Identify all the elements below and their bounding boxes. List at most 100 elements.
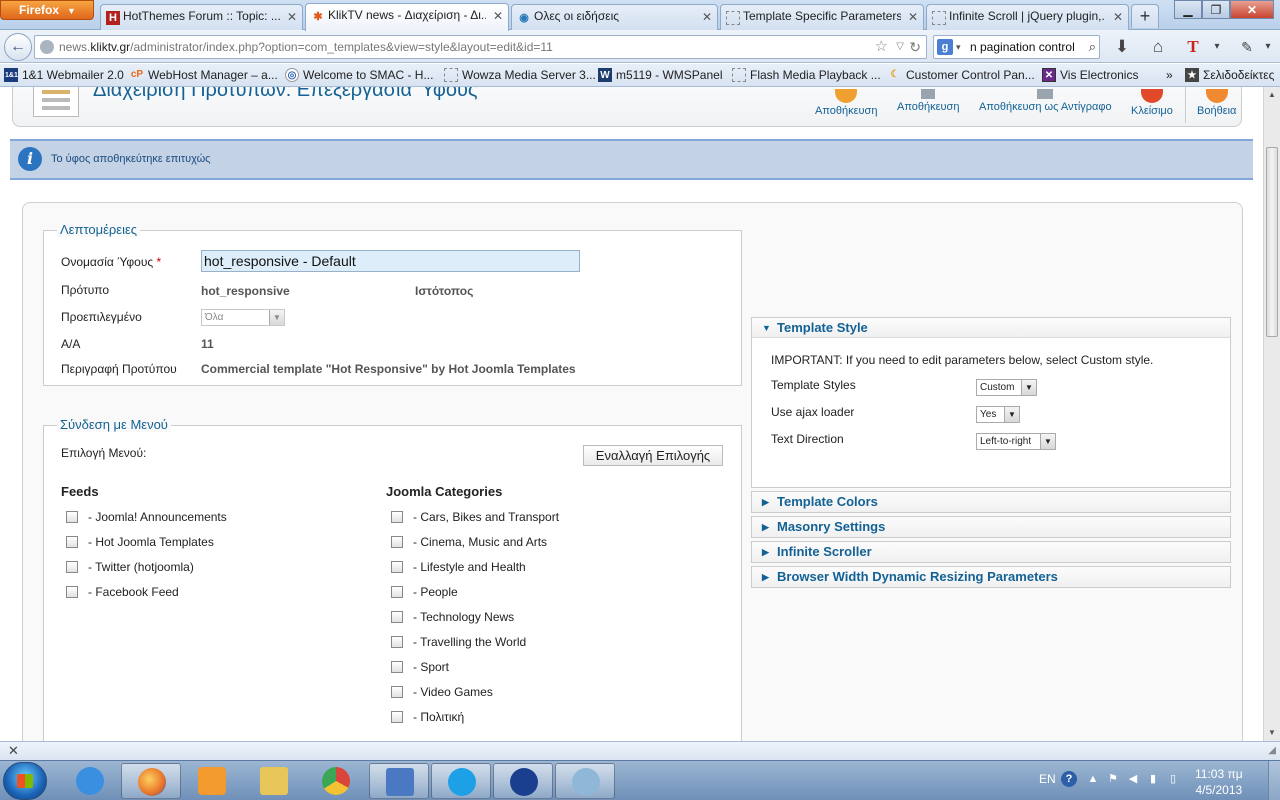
search-bar[interactable]: g ▾ n pagination control ⌕ (933, 35, 1100, 59)
network-icon[interactable]: ▮ (1147, 773, 1159, 785)
addon-t-icon[interactable]: T (1182, 36, 1204, 58)
back-button[interactable]: ← (4, 33, 32, 61)
tab-hotthemes-forum[interactable]: H HotThemes Forum :: Topic: ... ✕ (100, 4, 303, 30)
taskbar-app-slash[interactable] (493, 763, 553, 799)
reload-icon[interactable]: ↻ (909, 36, 921, 58)
menu-item-checkbox[interactable]: - Cars, Bikes and Transport (391, 510, 559, 524)
vertical-scrollbar[interactable]: ▲ ▼ (1263, 87, 1280, 741)
close-button[interactable]: Κλείσιμο (1131, 89, 1173, 117)
taskbar-chrome[interactable] (306, 763, 366, 799)
menu-item-checkbox[interactable]: - Travelling the World (391, 635, 526, 649)
checkbox[interactable] (66, 536, 78, 548)
menu-item-checkbox[interactable]: - Sport (391, 660, 449, 674)
tab-oles-eidiseis[interactable]: ◉ Ολες οι ειδήσεις ✕ (511, 4, 718, 30)
bookmarks-menu-button[interactable]: ★ Σελιδοδείκτες (1185, 67, 1274, 83)
checkbox[interactable] (66, 511, 78, 523)
help-tray-icon[interactable]: ? (1061, 771, 1077, 787)
save-button[interactable]: Αποθήκευση (815, 89, 877, 117)
search-icon[interactable]: ⌕ (1089, 36, 1096, 58)
menu-item-checkbox[interactable]: - Video Games (391, 685, 493, 699)
text-direction-select[interactable]: Left-to-right ▼ (976, 433, 1056, 450)
checkbox[interactable] (391, 611, 403, 623)
template-styles-select[interactable]: Custom ▼ (976, 379, 1037, 396)
clock[interactable]: 11:03 πμ 4/5/2013 (1195, 766, 1243, 798)
google-engine-icon[interactable]: g (937, 39, 953, 55)
addon-dropdown-icon[interactable]: ▾ (1206, 36, 1228, 58)
show-hidden-icons[interactable]: ▲ (1087, 773, 1099, 785)
scroll-up-icon[interactable]: ▲ (1264, 87, 1280, 103)
close-tab-icon[interactable]: ✕ (1113, 10, 1123, 24)
tab-kliktv-admin[interactable]: ✱ KlikTV news - Διαχείριση - Δι... ✕ (305, 3, 509, 31)
menu-item-checkbox[interactable]: - Lifestyle and Health (391, 560, 526, 574)
taskbar-media-player[interactable] (182, 763, 242, 799)
tools-icon[interactable]: ✎ (1236, 36, 1258, 58)
checkbox[interactable] (391, 711, 403, 723)
home-icon[interactable]: ⌂ (1147, 36, 1169, 58)
url-bar[interactable]: news.kliktv.gr/administrator/index.php?o… (34, 35, 927, 59)
minimize-button[interactable]: ▁ (1174, 0, 1202, 19)
template-colors-toggle[interactable]: ▶ Template Colors (752, 492, 1230, 512)
start-button[interactable] (3, 762, 47, 800)
bookmark-webhost[interactable]: cP WebHost Manager – a... (130, 67, 278, 83)
close-tab-icon[interactable]: ✕ (702, 10, 712, 24)
bookmark-wowza[interactable]: Wowza Media Server 3... (444, 67, 596, 83)
menu-item-checkbox[interactable]: - Hot Joomla Templates (66, 535, 214, 549)
checkbox[interactable] (391, 586, 403, 598)
ajax-loader-select[interactable]: Yes ▼ (976, 406, 1020, 423)
close-tab-icon[interactable]: ✕ (493, 9, 503, 23)
close-tab-icon[interactable]: ✕ (287, 10, 297, 24)
menu-item-checkbox[interactable]: - Twitter (hotjoomla) (66, 560, 194, 574)
menu-item-checkbox[interactable]: - Technology News (391, 610, 514, 624)
maximize-button[interactable]: ❐ (1202, 0, 1230, 19)
bookmark-star-icon[interactable]: ☆ (875, 36, 888, 58)
menu-item-checkbox[interactable]: - Πολιτική (391, 710, 464, 724)
infinite-scroller-toggle[interactable]: ▶ Infinite Scroller (752, 542, 1230, 562)
style-name-input[interactable] (201, 250, 580, 272)
language-indicator[interactable]: EN (1039, 772, 1056, 786)
taskbar-remote-desktop[interactable] (369, 763, 429, 799)
checkbox[interactable] (66, 561, 78, 573)
battery-icon[interactable]: ▯ (1167, 773, 1179, 785)
taskbar-file-explorer[interactable] (244, 763, 304, 799)
taskbar-paint[interactable] (555, 763, 615, 799)
engine-dropdown-icon[interactable]: ▾ (956, 36, 961, 58)
browser-width-toggle[interactable]: ▶ Browser Width Dynamic Resizing Paramete… (752, 567, 1230, 587)
checkbox[interactable] (391, 536, 403, 548)
close-addon-bar-icon[interactable]: ✕ (8, 743, 19, 759)
show-desktop-button[interactable] (1268, 761, 1280, 800)
close-tab-icon[interactable]: ✕ (908, 10, 918, 24)
checkbox[interactable] (391, 636, 403, 648)
bookmark-wmspanel[interactable]: Wm5119 - WMSPanel (598, 67, 722, 83)
checkbox[interactable] (391, 686, 403, 698)
firefox-menu-button[interactable]: Firefox ▼ (0, 0, 94, 20)
toggle-selection-button[interactable]: Εναλλαγή Επιλογής (583, 445, 723, 466)
menu-item-checkbox[interactable]: - Cinema, Music and Arts (391, 535, 547, 549)
history-dropdown-icon[interactable]: ▽ (896, 36, 904, 58)
downloads-icon[interactable]: ⬇ (1111, 36, 1133, 58)
taskbar-internet-explorer[interactable] (60, 763, 120, 799)
bookmark-flash-media[interactable]: Flash Media Playback ... (732, 67, 881, 83)
masonry-settings-toggle[interactable]: ▶ Masonry Settings (752, 517, 1230, 537)
save-close-button[interactable]: Αποθήκευση (897, 89, 959, 113)
checkbox[interactable] (391, 661, 403, 673)
help-button[interactable]: Βοήθεια (1197, 89, 1236, 117)
bookmark-smac[interactable]: ◎ Welcome to SMAC - H... (285, 67, 433, 83)
scroll-down-icon[interactable]: ▼ (1264, 725, 1280, 741)
taskbar-skype[interactable] (431, 763, 491, 799)
tab-template-params[interactable]: Template Specific Parameters ✕ (720, 4, 924, 30)
flag-icon[interactable]: ⚑ (1107, 773, 1119, 785)
scrollbar-thumb[interactable] (1266, 147, 1278, 337)
save-as-copy-button[interactable]: Αποθήκευση ως Αντίγραφο (979, 89, 1112, 113)
resize-grip-icon[interactable]: ◢ (1268, 745, 1276, 756)
checkbox[interactable] (391, 511, 403, 523)
taskbar-firefox[interactable] (121, 763, 181, 799)
bookmarks-overflow-button[interactable]: » (1166, 67, 1173, 83)
search-input[interactable]: n pagination control (970, 40, 1075, 54)
volume-icon[interactable]: ◀ (1127, 773, 1139, 785)
default-select[interactable]: Όλα ▼ (201, 309, 285, 326)
bookmark-vis-electronics[interactable]: ✕ Vis Electronics (1042, 67, 1138, 83)
new-tab-button[interactable]: + (1131, 4, 1159, 28)
checkbox[interactable] (391, 561, 403, 573)
tab-infinite-scroll[interactable]: Infinite Scroll | jQuery plugin,... ✕ (926, 4, 1129, 30)
close-window-button[interactable]: ✕ (1230, 0, 1274, 19)
